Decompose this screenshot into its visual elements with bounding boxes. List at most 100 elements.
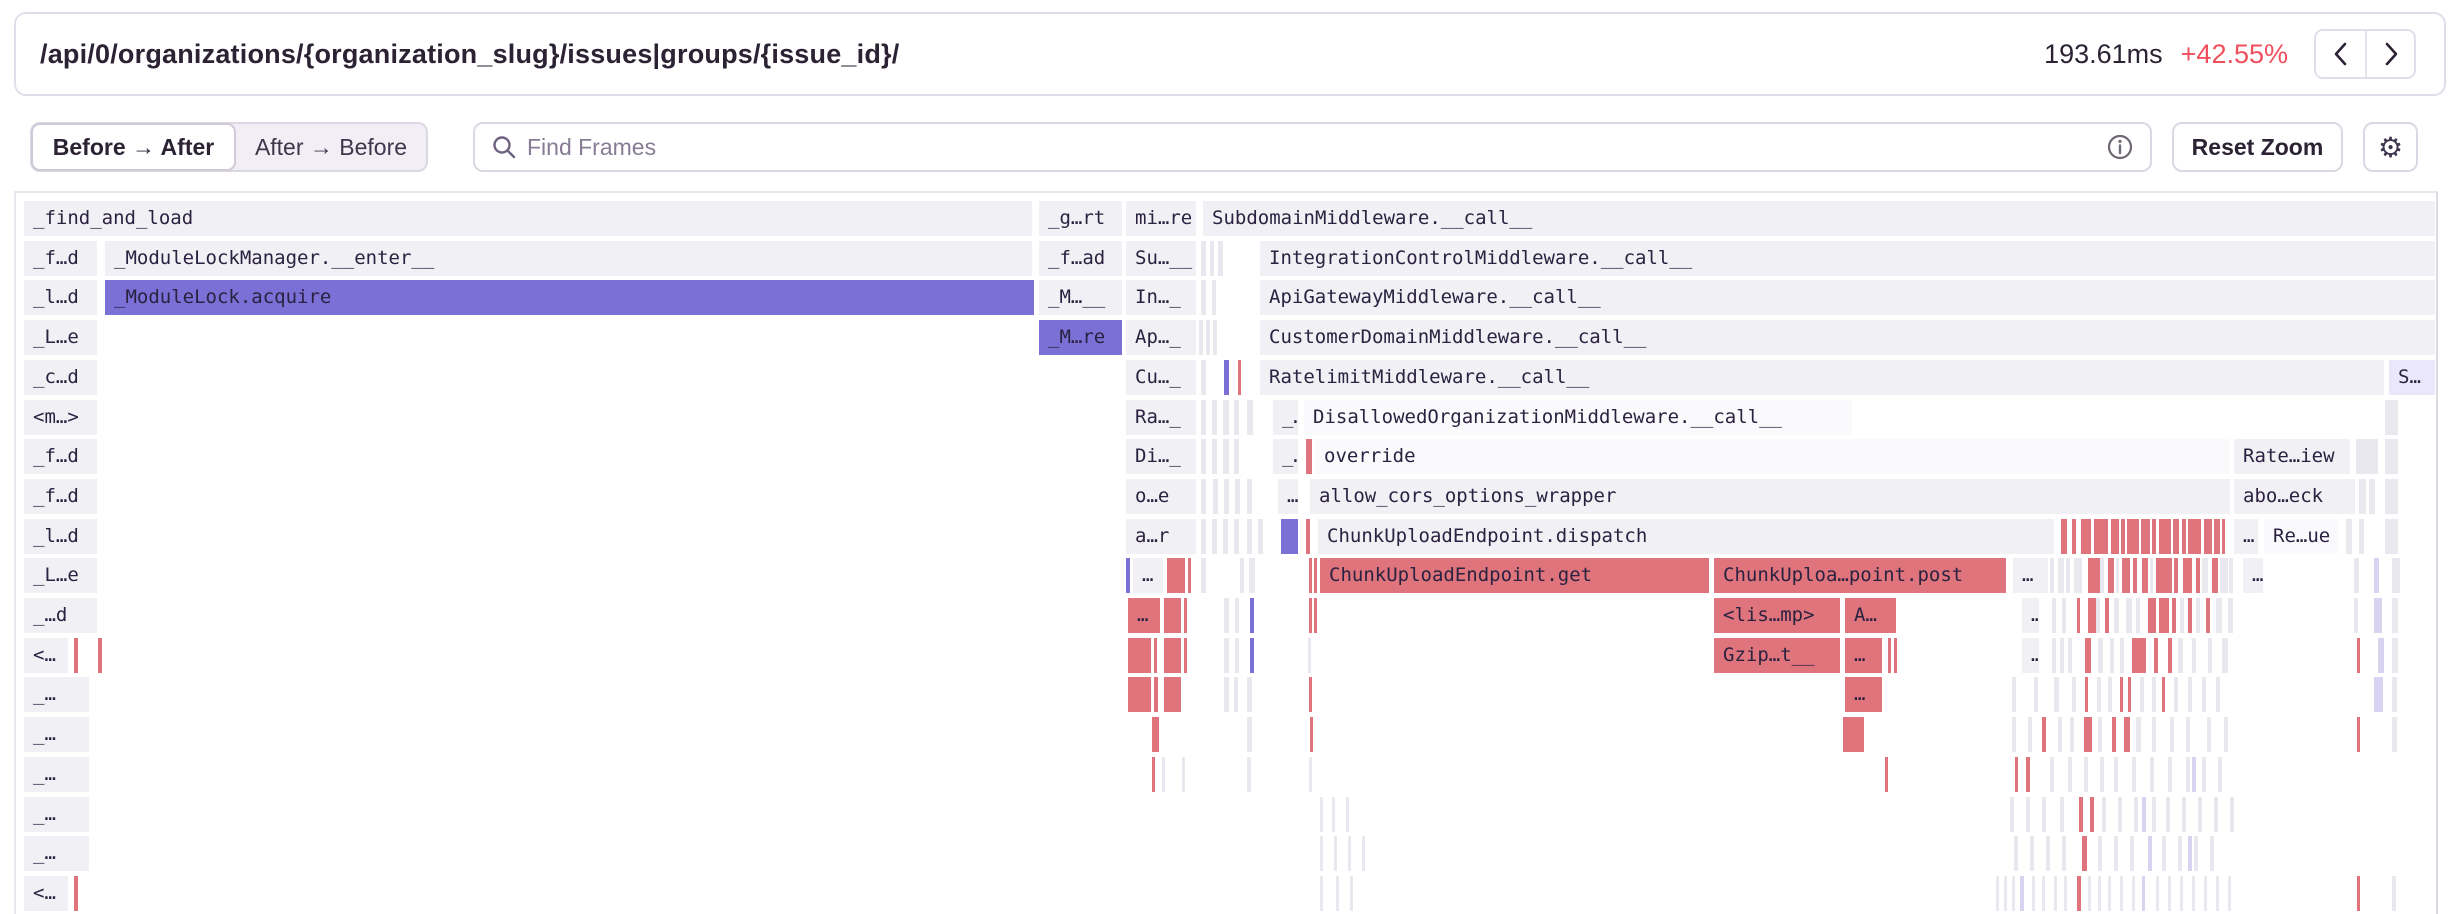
flame-frame[interactable] xyxy=(2084,717,2092,752)
flame-frame[interactable] xyxy=(1350,876,1353,911)
flame-frame[interactable] xyxy=(2170,717,2174,752)
flame-frame[interactable] xyxy=(2162,677,2165,712)
flame-frame[interactable] xyxy=(1234,439,1239,474)
flame-frame[interactable] xyxy=(2357,638,2360,673)
flame-frame[interactable] xyxy=(2172,598,2176,633)
flame-frame[interactable] xyxy=(2054,876,2057,911)
info-icon[interactable] xyxy=(2106,133,2134,161)
flame-frame[interactable] xyxy=(1218,241,1223,276)
flame-frame[interactable] xyxy=(2202,558,2208,593)
flame-frame[interactable] xyxy=(1308,638,1311,673)
flame-frame[interactable] xyxy=(2229,558,2233,593)
flame-frame[interactable]: _l…d xyxy=(24,519,97,554)
flame-frame[interactable]: abo…eck xyxy=(2234,479,2355,514)
flame-frame[interactable] xyxy=(1309,757,1312,792)
flame-frame[interactable]: In…_ xyxy=(1126,280,1196,315)
flame-frame[interactable]: override xyxy=(1315,439,2230,474)
flame-frame[interactable] xyxy=(2133,558,2137,593)
flame-frame[interactable] xyxy=(2128,677,2131,712)
flame-frame[interactable] xyxy=(1250,638,1254,673)
flame-frame[interactable] xyxy=(1250,598,1254,633)
flame-frame[interactable] xyxy=(2111,519,2119,554)
flame-frame[interactable] xyxy=(2085,677,2088,712)
flame-frame[interactable] xyxy=(1154,677,1158,712)
flame-frame[interactable] xyxy=(2230,797,2234,832)
flamegraph[interactable]: _find_and_load_g…rtmi…reSubdomainMiddlew… xyxy=(14,191,2438,914)
flame-frame[interactable] xyxy=(2122,558,2130,593)
flame-frame[interactable] xyxy=(2222,638,2228,673)
flame-frame[interactable] xyxy=(1885,757,1888,792)
flame-frame[interactable] xyxy=(2346,519,2352,554)
flame-frame[interactable] xyxy=(2168,757,2172,792)
flame-frame[interactable] xyxy=(2074,558,2082,593)
flame-frame[interactable]: … xyxy=(1133,558,1163,593)
flame-frame[interactable] xyxy=(2152,717,2156,752)
flame-frame[interactable] xyxy=(1247,400,1253,435)
flame-frame[interactable] xyxy=(2096,598,2100,633)
flame-frame[interactable] xyxy=(2204,876,2207,911)
flame-frame[interactable] xyxy=(2077,598,2080,633)
flame-frame[interactable]: _L…e xyxy=(24,320,97,355)
flame-frame[interactable] xyxy=(2072,519,2076,554)
flame-frame[interactable] xyxy=(2098,717,2102,752)
flame-frame[interactable]: Re…ue xyxy=(2264,519,2338,554)
flame-frame[interactable] xyxy=(2032,876,2035,911)
flame-frame[interactable] xyxy=(2012,717,2016,752)
flame-frame[interactable] xyxy=(1320,797,1323,832)
flame-frame[interactable]: Su…__ xyxy=(1126,241,1196,276)
flame-frame[interactable] xyxy=(2010,797,2014,832)
flame-frame[interactable] xyxy=(2060,797,2064,832)
flame-frame[interactable] xyxy=(2150,757,2154,792)
flame-frame[interactable] xyxy=(1247,757,1251,792)
flame-frame[interactable] xyxy=(2120,638,2124,673)
flame-frame[interactable] xyxy=(2359,519,2364,554)
flame-frame[interactable]: _…d xyxy=(24,598,97,633)
flame-frame[interactable] xyxy=(2084,757,2088,792)
flame-frame[interactable] xyxy=(2012,876,2015,911)
flame-frame[interactable] xyxy=(2098,638,2103,673)
flame-frame[interactable] xyxy=(2085,638,2091,673)
flame-frame[interactable] xyxy=(2356,439,2378,474)
flame-frame[interactable] xyxy=(2174,558,2178,593)
flame-frame[interactable] xyxy=(2210,836,2214,871)
flame-frame[interactable] xyxy=(98,638,102,673)
flame-frame[interactable] xyxy=(2152,519,2156,554)
flame-frame[interactable] xyxy=(2108,558,2114,593)
flame-frame[interactable] xyxy=(2064,876,2067,911)
flame-frame[interactable] xyxy=(2192,638,2196,673)
flame-frame[interactable] xyxy=(2068,757,2072,792)
flame-frame[interactable] xyxy=(1201,439,1206,474)
flame-frame[interactable]: a…r xyxy=(1126,519,1196,554)
flame-frame[interactable] xyxy=(2202,677,2206,712)
flame-frame[interactable] xyxy=(2140,677,2144,712)
flame-frame[interactable] xyxy=(2378,638,2384,673)
flame-frame[interactable]: … xyxy=(2022,638,2039,673)
flame-frame[interactable] xyxy=(2098,836,2102,871)
flame-frame[interactable] xyxy=(1201,241,1206,276)
flame-frame[interactable] xyxy=(1894,638,1897,673)
flame-frame[interactable] xyxy=(2186,757,2190,792)
flame-frame[interactable] xyxy=(1247,677,1252,712)
flame-frame[interactable] xyxy=(2392,638,2398,673)
flame-frame[interactable] xyxy=(2116,558,2119,593)
flame-frame[interactable] xyxy=(1306,439,1312,474)
flame-frame[interactable]: DisallowedOrganizationMiddleware.__call_… xyxy=(1304,400,1852,435)
flame-frame[interactable] xyxy=(2136,598,2140,633)
flame-frame[interactable] xyxy=(1182,757,1185,792)
flame-frame[interactable] xyxy=(1126,558,1130,593)
flame-frame[interactable]: ApiGatewayMiddleware.__call__ xyxy=(1260,280,2435,315)
flame-frame[interactable] xyxy=(2188,598,2192,633)
flame-frame[interactable] xyxy=(2168,876,2171,911)
flame-frame[interactable] xyxy=(2369,479,2375,514)
flame-frame[interactable] xyxy=(1206,320,1210,355)
flame-frame[interactable]: CustomerDomainMiddleware.__call__ xyxy=(1260,320,2435,355)
flame-frame[interactable]: … xyxy=(2234,519,2258,554)
flame-frame[interactable]: _find_and_load xyxy=(24,201,1032,236)
flame-frame[interactable] xyxy=(2042,717,2046,752)
flame-frame[interactable]: S… xyxy=(2389,360,2435,395)
flame-frame[interactable]: <m…> xyxy=(24,400,97,435)
flame-frame[interactable]: _… xyxy=(1273,439,1298,474)
flame-frame[interactable] xyxy=(2174,677,2178,712)
flame-frame[interactable] xyxy=(1212,280,1216,315)
flame-frame[interactable]: RatelimitMiddleware.__call__ xyxy=(1260,360,2384,395)
